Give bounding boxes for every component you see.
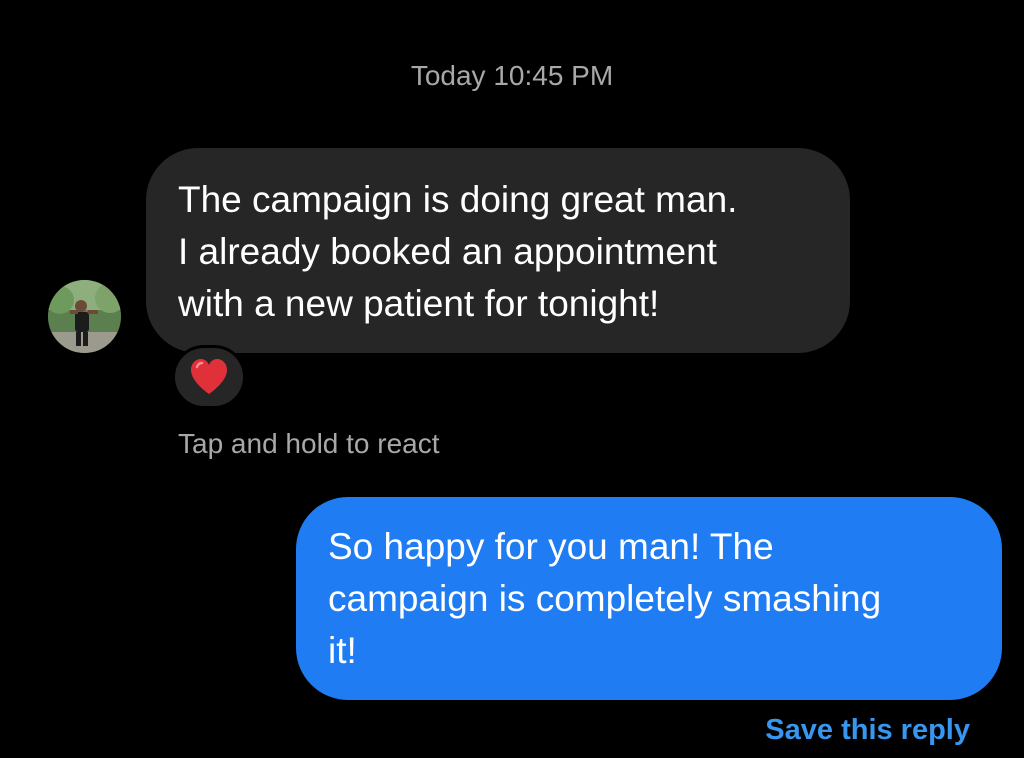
outgoing-message-line: it! <box>328 630 357 671</box>
reaction-badge[interactable] <box>172 345 246 409</box>
save-reply-link[interactable]: Save this reply <box>765 714 970 747</box>
outgoing-message-line: campaign is completely smashing <box>328 578 882 619</box>
incoming-message-line: The campaign is doing great man. <box>178 179 738 220</box>
sender-avatar[interactable] <box>48 280 121 353</box>
incoming-message-bubble[interactable]: The campaign is doing great man. I alrea… <box>146 148 850 353</box>
red-heart-icon <box>191 359 227 394</box>
outgoing-message-bubble[interactable]: So happy for you man! The campaign is co… <box>296 497 1002 700</box>
react-hint-text: Tap and hold to react <box>178 428 440 459</box>
incoming-message-line: with a new patient for tonight! <box>178 283 660 324</box>
avatar-photo-icon <box>48 280 121 353</box>
message-timestamp: Today 10:45 PM <box>410 60 614 91</box>
outgoing-message-line: So happy for you man! The <box>328 526 774 567</box>
incoming-message-line: I already booked an appointment <box>178 231 717 272</box>
